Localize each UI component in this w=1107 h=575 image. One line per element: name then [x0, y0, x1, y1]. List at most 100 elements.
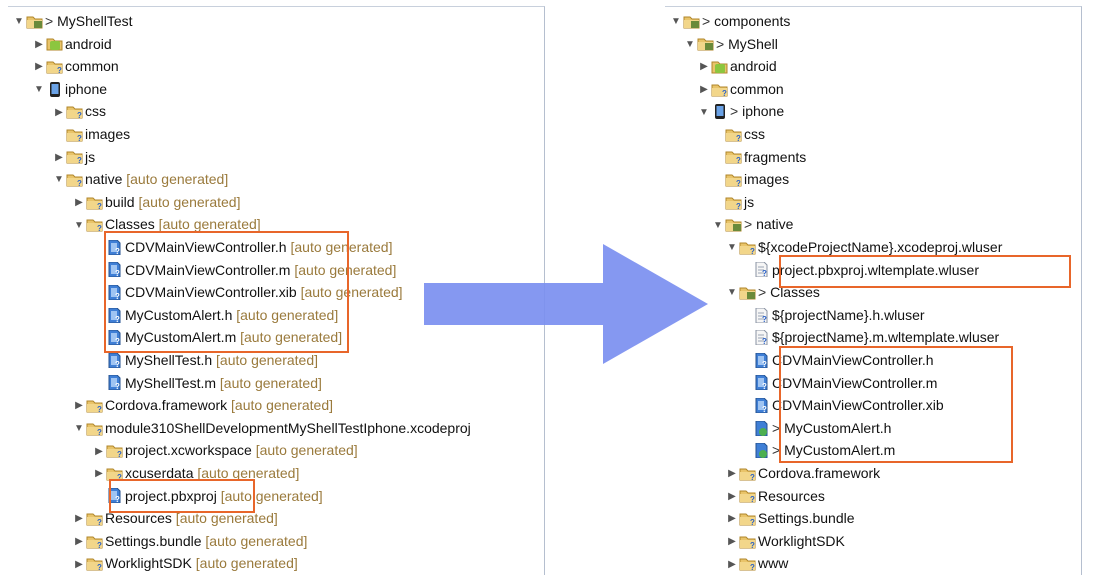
- auto-generated-label: [auto generated]: [134, 193, 241, 210]
- tree-item-css[interactable]: ▶?css: [52, 100, 106, 122]
- tree-item-label: iphone: [65, 80, 108, 97]
- collapsed-triangle-icon[interactable]: ▶: [725, 531, 739, 553]
- tree-item-myshelltest-m[interactable]: ▶?MyShellTest.m [auto generated]: [92, 372, 322, 394]
- tree-item-settings-bundle[interactable]: ▶? Settings.bundle: [725, 507, 855, 530]
- tree-item-images[interactable]: ▶?images: [711, 168, 789, 190]
- tree-item-label: Settings.bundle: [758, 510, 855, 527]
- tree-item-label: common: [65, 58, 119, 75]
- tree-item-label: js: [85, 148, 96, 165]
- expanded-triangle-icon[interactable]: ▼: [725, 282, 739, 304]
- expanded-triangle-icon[interactable]: ▼: [697, 102, 711, 124]
- svg-text:?: ?: [750, 541, 755, 549]
- svg-text:?: ?: [750, 247, 755, 255]
- collapsed-triangle-icon[interactable]: ▶: [72, 395, 86, 417]
- folder-icon: ?: [86, 421, 103, 436]
- collapsed-triangle-icon[interactable]: ▶: [52, 102, 66, 124]
- folder-icon: ?: [86, 534, 103, 549]
- svg-text:?: ?: [117, 450, 122, 458]
- collapsed-triangle-icon[interactable]: ▶: [92, 463, 106, 485]
- expanded-triangle-icon[interactable]: ▼: [32, 79, 46, 101]
- folder-icon: ?: [725, 172, 742, 187]
- tree-item-native[interactable]: ▼? native [auto generated]: [52, 168, 228, 190]
- tree-item-images[interactable]: ▶?images: [52, 123, 130, 145]
- svg-text:?: ?: [762, 337, 767, 345]
- svg-text:?: ?: [762, 405, 767, 413]
- collapsed-triangle-icon[interactable]: ▶: [725, 508, 739, 530]
- folder-icon: ?: [86, 556, 103, 571]
- folder-icon: ?: [66, 104, 83, 119]
- tree-item-common[interactable]: ▶? common: [32, 55, 119, 77]
- tree-item-www[interactable]: ▶? www: [725, 552, 788, 574]
- collapsed-triangle-icon[interactable]: ▶: [72, 531, 86, 553]
- folder-icon: [739, 285, 756, 300]
- tree-item-projectname-h-wluser[interactable]: ▶?${projectName}.h.wluser: [739, 304, 925, 326]
- folder-icon: ?: [86, 217, 103, 232]
- tree-item-android[interactable]: ▶ android: [697, 55, 777, 77]
- tree-item-label: iphone: [742, 103, 785, 120]
- tree-item-resources[interactable]: ▶? Resources: [725, 485, 825, 507]
- expanded-triangle-icon[interactable]: ▼: [711, 215, 725, 237]
- tree-item-js[interactable]: ▶?js: [52, 146, 95, 168]
- iphone-icon: [711, 104, 728, 120]
- svg-text:?: ?: [97, 563, 102, 571]
- tree-item-worklightsdk[interactable]: ▶? WorklightSDK [auto generated]: [72, 552, 298, 574]
- tree-item-css[interactable]: ▶?css: [711, 123, 765, 145]
- tree-item-label: native: [756, 216, 794, 233]
- collapsed-triangle-icon[interactable]: ▶: [697, 56, 711, 78]
- template-file-icon: ?: [753, 307, 770, 323]
- expanded-triangle-icon[interactable]: ▼: [72, 418, 86, 440]
- collapsed-triangle-icon[interactable]: ▶: [72, 508, 86, 530]
- collapsed-triangle-icon[interactable]: ▶: [52, 147, 66, 169]
- tree-item-label: www: [758, 555, 789, 572]
- tree-item-iphone[interactable]: ▼ > iphone: [697, 100, 784, 122]
- tree-item-label: android: [65, 35, 112, 52]
- expanded-triangle-icon[interactable]: ▼: [725, 237, 739, 259]
- tree-item-label: css: [744, 126, 765, 142]
- expanded-triangle-icon[interactable]: ▼: [669, 11, 683, 33]
- collapsed-triangle-icon[interactable]: ▶: [72, 192, 86, 214]
- tree-item-myshelltest[interactable]: ▼ > MyShellTest: [12, 10, 133, 32]
- tree-item-iphone[interactable]: ▼ iphone: [32, 78, 107, 100]
- expanded-triangle-icon[interactable]: ▼: [52, 169, 66, 191]
- collapsed-triangle-icon[interactable]: ▶: [725, 554, 739, 575]
- source-file-icon: ?: [753, 397, 770, 413]
- tree-item-cordova-framework[interactable]: ▶? Cordova.framework [auto generated]: [72, 394, 333, 416]
- collapsed-triangle-icon[interactable]: ▶: [32, 34, 46, 56]
- tree-item-module310shelldevelopmentmyshelltestiphone-xcodeproj[interactable]: ▼? module310ShellDevelopmentMyShellTestIp…: [72, 417, 471, 439]
- android-folder-icon: [711, 59, 728, 74]
- tree-item-native[interactable]: ▼ > native: [711, 213, 793, 235]
- auto-generated-label: [auto generated]: [122, 171, 229, 188]
- expanded-triangle-icon[interactable]: ▼: [683, 34, 697, 56]
- collapsed-triangle-icon[interactable]: ▶: [72, 554, 86, 575]
- tree-item-worklightsdk[interactable]: ▶? WorklightSDK: [725, 530, 845, 552]
- tree-item-label: Cordova.framework: [758, 465, 881, 481]
- tree-item-myshell[interactable]: ▼ > MyShell: [683, 33, 778, 55]
- svg-text:?: ?: [97, 541, 102, 549]
- tree-item-settings-bundle[interactable]: ▶? Settings.bundle [auto generated]: [72, 530, 307, 552]
- collapsed-triangle-icon[interactable]: ▶: [725, 486, 739, 508]
- tree-item-project-xcworkspace[interactable]: ▶? project.xcworkspace [auto generated]: [92, 439, 358, 461]
- svg-text:?: ?: [97, 224, 102, 232]
- folder-icon: ?: [86, 398, 103, 413]
- collapsed-triangle-icon[interactable]: ▶: [697, 79, 711, 101]
- folder-icon: ?: [66, 127, 83, 142]
- folder-icon: ?: [46, 59, 63, 74]
- tree-item-cordova-framework[interactable]: ▶? Cordova.framework: [725, 462, 880, 484]
- folder-icon: ?: [86, 511, 103, 526]
- tree-item-build[interactable]: ▶? build [auto generated]: [72, 191, 240, 213]
- expanded-triangle-icon[interactable]: ▼: [12, 11, 26, 33]
- tree-item-common[interactable]: ▶? common: [697, 78, 784, 100]
- expanded-triangle-icon[interactable]: ▼: [72, 215, 86, 237]
- collapsed-triangle-icon[interactable]: ▶: [92, 441, 106, 463]
- tree-item-android[interactable]: ▶ android: [32, 33, 112, 55]
- tree-item-label: images: [85, 126, 131, 142]
- tree-item-js[interactable]: ▶?js: [711, 191, 754, 213]
- tree-item-label: build: [105, 193, 135, 210]
- svg-text:?: ?: [736, 134, 741, 142]
- tree-item-components[interactable]: ▼ > components: [669, 10, 790, 32]
- tree-item-label: Settings.bundle: [105, 532, 202, 549]
- svg-text:?: ?: [97, 405, 102, 413]
- collapsed-triangle-icon[interactable]: ▶: [725, 463, 739, 485]
- collapsed-triangle-icon[interactable]: ▶: [32, 56, 46, 78]
- tree-item-fragments[interactable]: ▶?fragments: [711, 146, 806, 168]
